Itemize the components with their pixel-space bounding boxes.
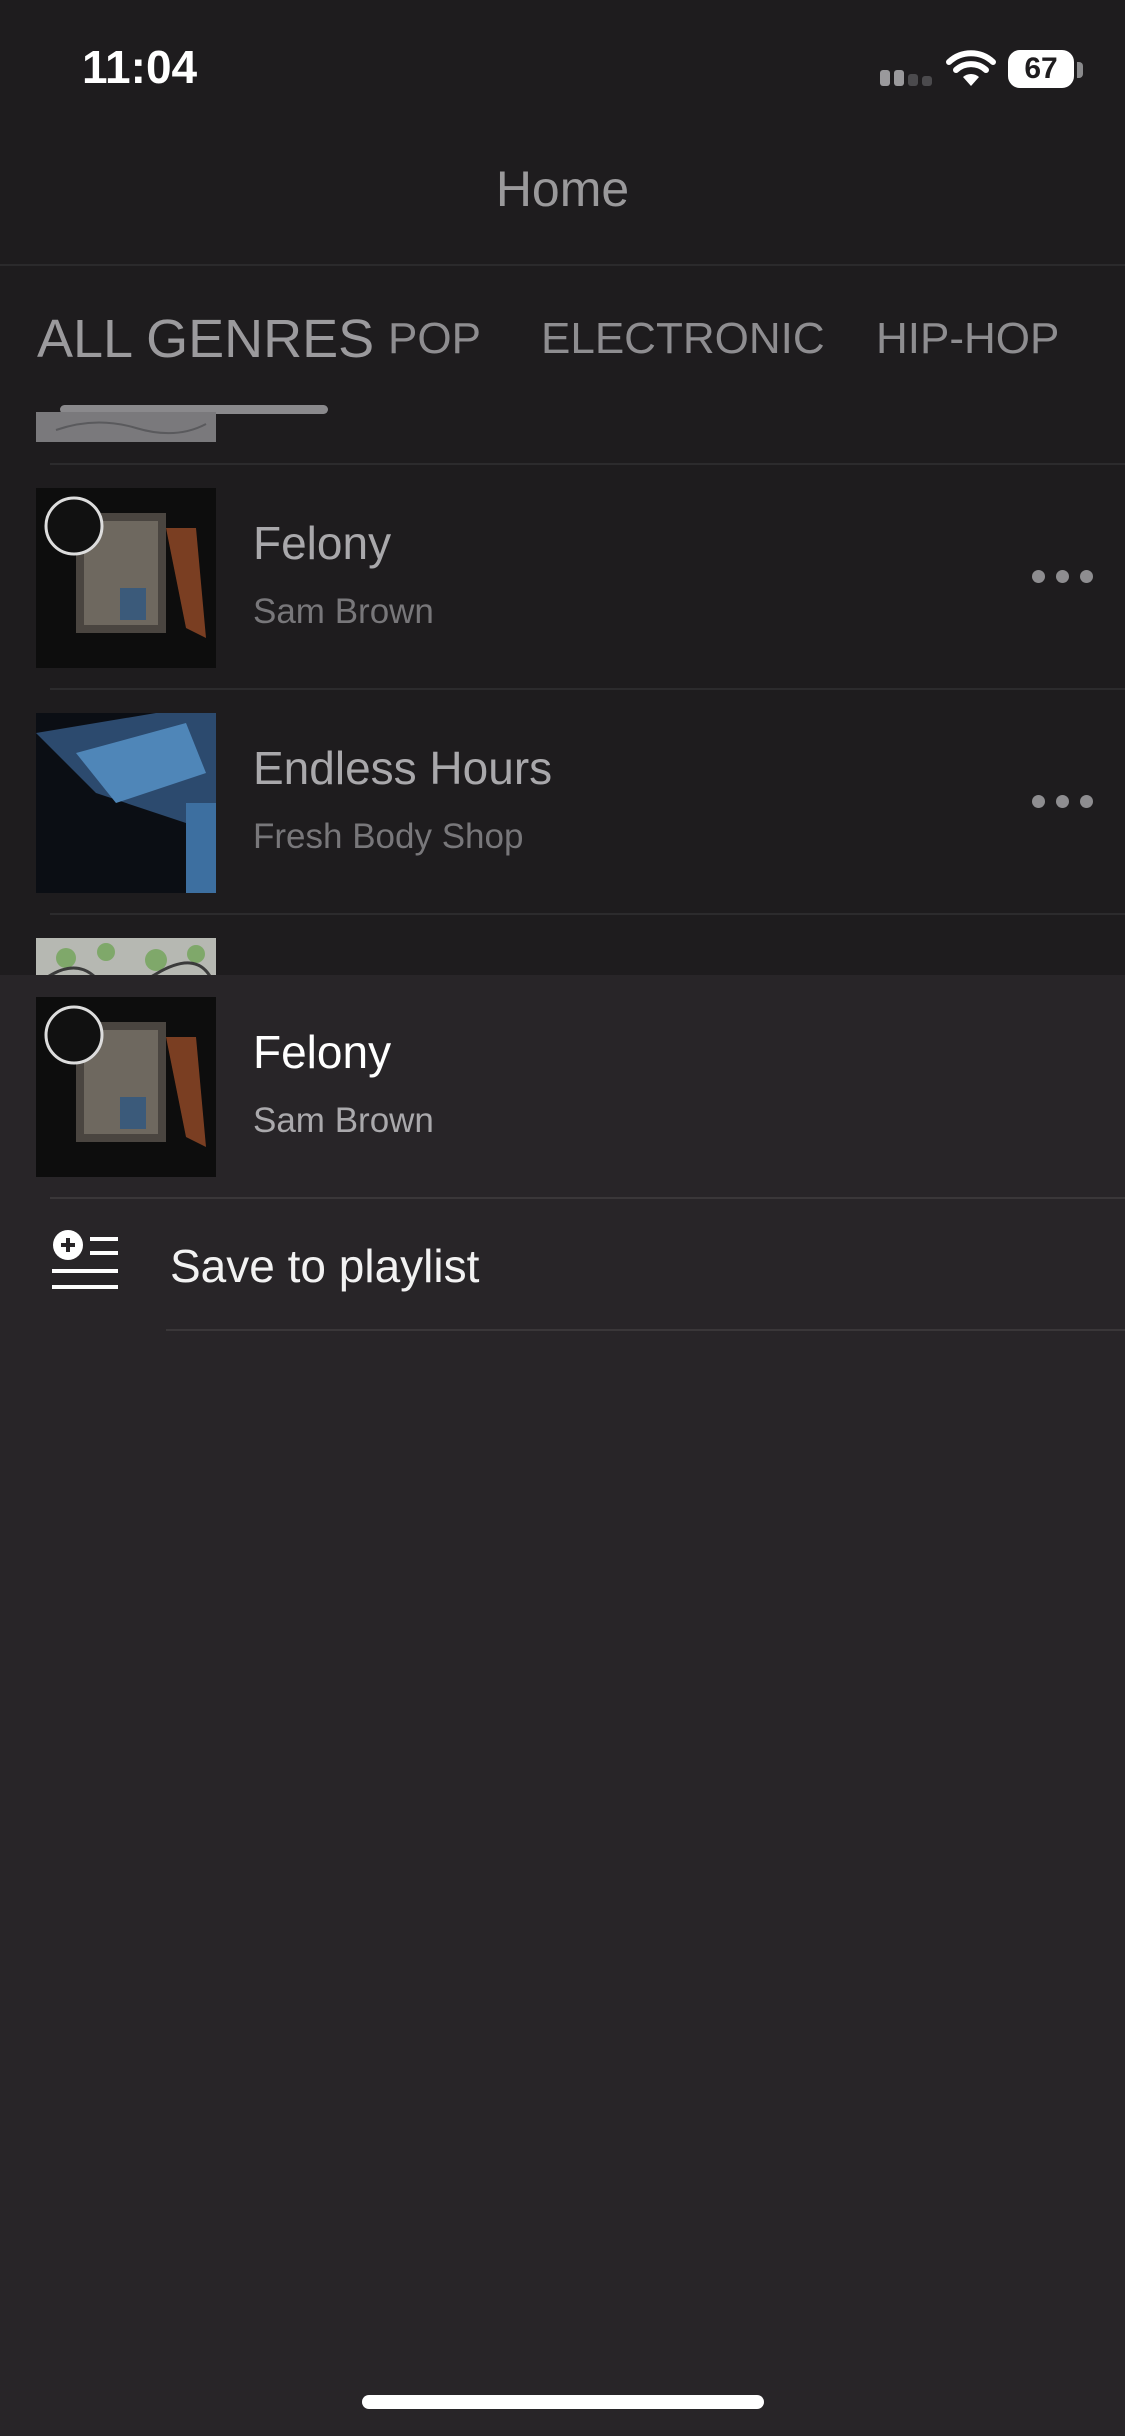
track-title: Felony xyxy=(253,517,392,569)
row-divider xyxy=(50,913,1125,915)
track-title: Endless Hours xyxy=(253,742,553,794)
more-options-icon[interactable] xyxy=(1032,795,1094,811)
tab-pop[interactable]: POP xyxy=(388,314,481,364)
tab-hip-hop[interactable]: HIP-HOP xyxy=(876,314,1059,364)
album-art-trees-icon xyxy=(36,938,216,975)
album-art-felony-icon xyxy=(36,997,216,1177)
album-art-partial xyxy=(36,412,216,442)
more-options-icon[interactable] xyxy=(1032,570,1094,586)
track-artist: Fresh Body Shop xyxy=(253,817,524,856)
save-to-playlist-button[interactable]: Save to playlist xyxy=(0,1199,1125,1329)
sheet-track-title: Felony xyxy=(253,1026,392,1078)
track-artist: Sam Brown xyxy=(253,592,434,631)
save-to-playlist-label: Save to playlist xyxy=(170,1240,480,1292)
row-divider xyxy=(50,463,1125,465)
tab-all-genres[interactable]: ALL GENRES xyxy=(37,308,374,370)
track-row[interactable]: Felony Sam Brown xyxy=(0,488,1125,668)
album-art-felony-icon xyxy=(36,488,216,668)
status-bar: 11:04 67 xyxy=(0,0,1125,130)
track-row[interactable]: Endless Hours Fresh Body Shop xyxy=(0,713,1125,893)
sheet-track-artist: Sam Brown xyxy=(253,1101,434,1140)
battery-level: 67 xyxy=(1024,52,1058,85)
header-divider xyxy=(0,264,1125,266)
genre-tab-bar: ALL GENRES POP ELECTRONIC HIP-HOP xyxy=(0,300,1125,380)
status-time: 11:04 xyxy=(82,41,198,93)
row-divider xyxy=(50,688,1125,690)
sheet-divider xyxy=(166,1329,1125,1331)
battery-tip xyxy=(1077,62,1083,78)
track-row[interactable] xyxy=(0,938,1125,975)
cellular-signal-icon xyxy=(880,70,936,86)
playlist-add-icon xyxy=(52,1230,118,1289)
wifi-icon xyxy=(946,50,996,86)
battery-icon: 67 xyxy=(1008,50,1074,88)
page-title: Home xyxy=(495,161,630,217)
album-art-endless-hours-icon xyxy=(36,713,216,893)
tab-electronic[interactable]: ELECTRONIC xyxy=(541,314,825,364)
action-sheet: Felony Sam Brown Save to playlist xyxy=(0,975,1125,2436)
home-indicator[interactable] xyxy=(362,2395,764,2409)
